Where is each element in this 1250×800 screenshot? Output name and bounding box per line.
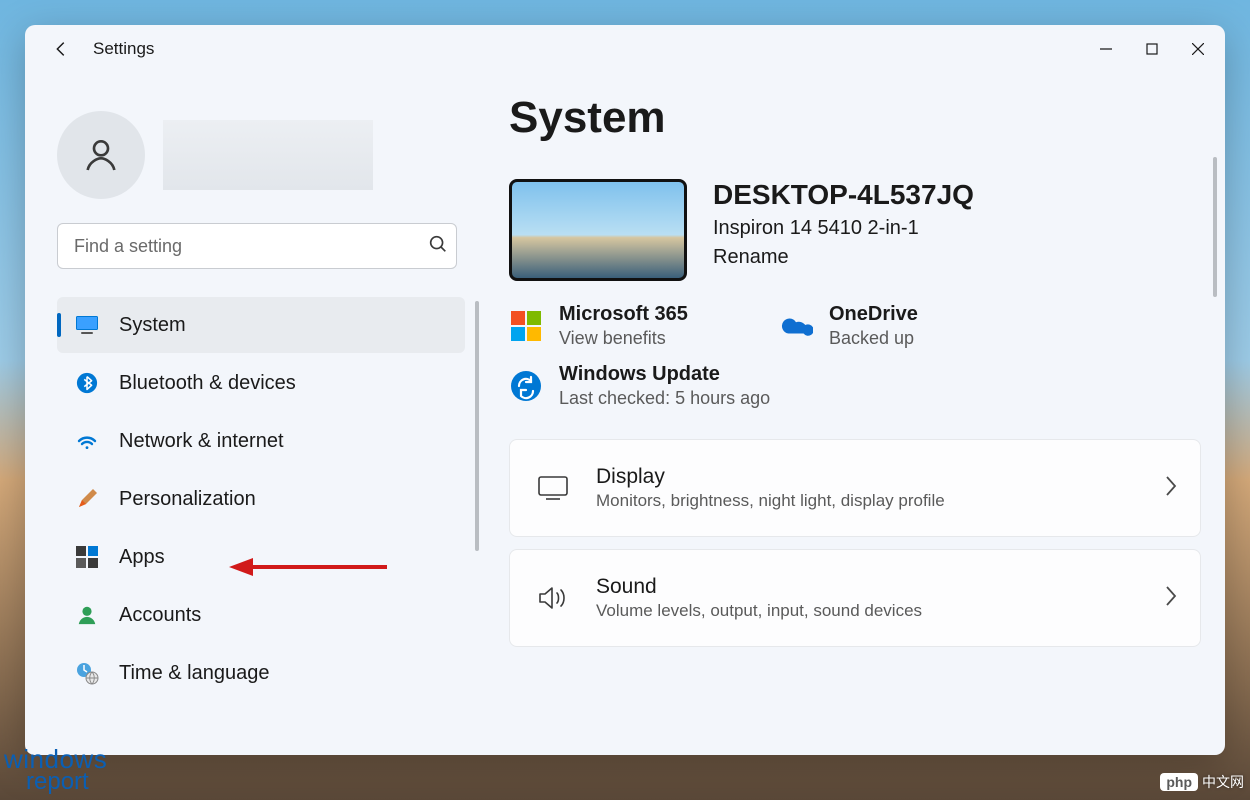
search-input[interactable] [57,223,457,269]
watermark-right: php 中文网 [1160,772,1244,792]
device-info: DESKTOP-4L537JQ Inspiron 14 5410 2-in-1 … [713,179,974,269]
status-row-2: Windows Update Last checked: 5 hours ago [509,363,1201,409]
app-title: Settings [93,39,154,59]
display-icon [532,476,574,500]
paintbrush-icon [75,487,99,511]
card-display[interactable]: Display Monitors, brightness, night ligh… [509,439,1201,537]
minimize-icon [1100,43,1112,55]
status-sub: View benefits [559,328,688,349]
main-content: System DESKTOP-4L537JQ Inspiron 14 5410 … [485,73,1225,755]
settings-window: Settings [25,25,1225,755]
nav-item-personalization[interactable]: Personalization [57,471,465,527]
windows-update-icon [509,369,543,403]
nav-label: Bluetooth & devices [119,372,296,395]
apps-icon [75,545,99,569]
nav-item-system[interactable]: System [57,297,465,353]
page-title: System [509,93,1201,143]
device-model: Inspiron 14 5410 2-in-1 [713,217,974,240]
status-title: Microsoft 365 [559,303,688,326]
back-button[interactable] [41,29,81,69]
minimize-button[interactable] [1083,29,1129,69]
rename-link[interactable]: Rename [713,246,789,269]
card-title: Sound [596,575,1164,599]
main-scrollbar[interactable] [1213,157,1217,297]
maximize-button[interactable] [1129,29,1175,69]
search-icon [427,233,449,260]
card-sub: Volume levels, output, input, sound devi… [596,601,1164,621]
status-title: Windows Update [559,363,770,386]
window-controls [1083,29,1221,69]
titlebar: Settings [25,25,1225,73]
close-button[interactable] [1175,29,1221,69]
onedrive-icon [779,309,813,343]
nav-scrollbar[interactable] [475,301,479,551]
nav-label: Time & language [119,662,269,685]
card-sub: Monitors, brightness, night light, displ… [596,491,1164,511]
clock-globe-icon [75,661,99,685]
card-sound[interactable]: Sound Volume levels, output, input, soun… [509,549,1201,647]
accounts-icon [75,603,99,627]
watermark-left: windows report [4,747,107,794]
wifi-icon [75,429,99,453]
nav-item-network[interactable]: Network & internet [57,413,465,469]
search-wrap [57,223,465,269]
nav-label: Network & internet [119,430,284,453]
back-arrow-icon [50,38,72,60]
system-icon [75,313,99,337]
avatar [57,111,145,199]
maximize-icon [1146,43,1158,55]
nav-label: Accounts [119,604,201,627]
nav-item-accounts[interactable]: Accounts [57,587,465,643]
nav-item-apps[interactable]: Apps [57,529,465,585]
window-body: System Bluetooth & devices Network & int… [25,73,1225,755]
status-m365[interactable]: Microsoft 365 View benefits [509,303,739,349]
bluetooth-icon [75,371,99,395]
profile-block[interactable] [57,81,465,223]
device-preview[interactable] [509,179,687,281]
status-onedrive[interactable]: OneDrive Backed up [779,303,1009,349]
settings-cards: Display Monitors, brightness, night ligh… [509,439,1201,647]
microsoft-logo-icon [509,309,543,343]
nav-label: Apps [119,546,165,569]
status-sub: Backed up [829,328,918,349]
nav: System Bluetooth & devices Network & int… [57,297,465,701]
status-title: OneDrive [829,303,918,326]
user-name-redacted [163,120,373,190]
sound-icon [532,585,574,611]
avatar-icon [81,135,121,175]
card-title: Display [596,465,1164,489]
nav-label: Personalization [119,488,256,511]
chevron-right-icon [1164,475,1178,502]
sidebar: System Bluetooth & devices Network & int… [25,73,485,755]
status-windows-update[interactable]: Windows Update Last checked: 5 hours ago [509,363,770,409]
nav-item-bluetooth[interactable]: Bluetooth & devices [57,355,465,411]
chevron-right-icon [1164,585,1178,612]
close-icon [1192,43,1204,55]
device-row: DESKTOP-4L537JQ Inspiron 14 5410 2-in-1 … [509,179,1201,281]
nav-item-time-language[interactable]: Time & language [57,645,465,701]
device-name: DESKTOP-4L537JQ [713,179,974,211]
status-row: Microsoft 365 View benefits OneDrive Bac… [509,303,1201,349]
nav-label: System [119,314,186,337]
status-sub: Last checked: 5 hours ago [559,388,770,409]
